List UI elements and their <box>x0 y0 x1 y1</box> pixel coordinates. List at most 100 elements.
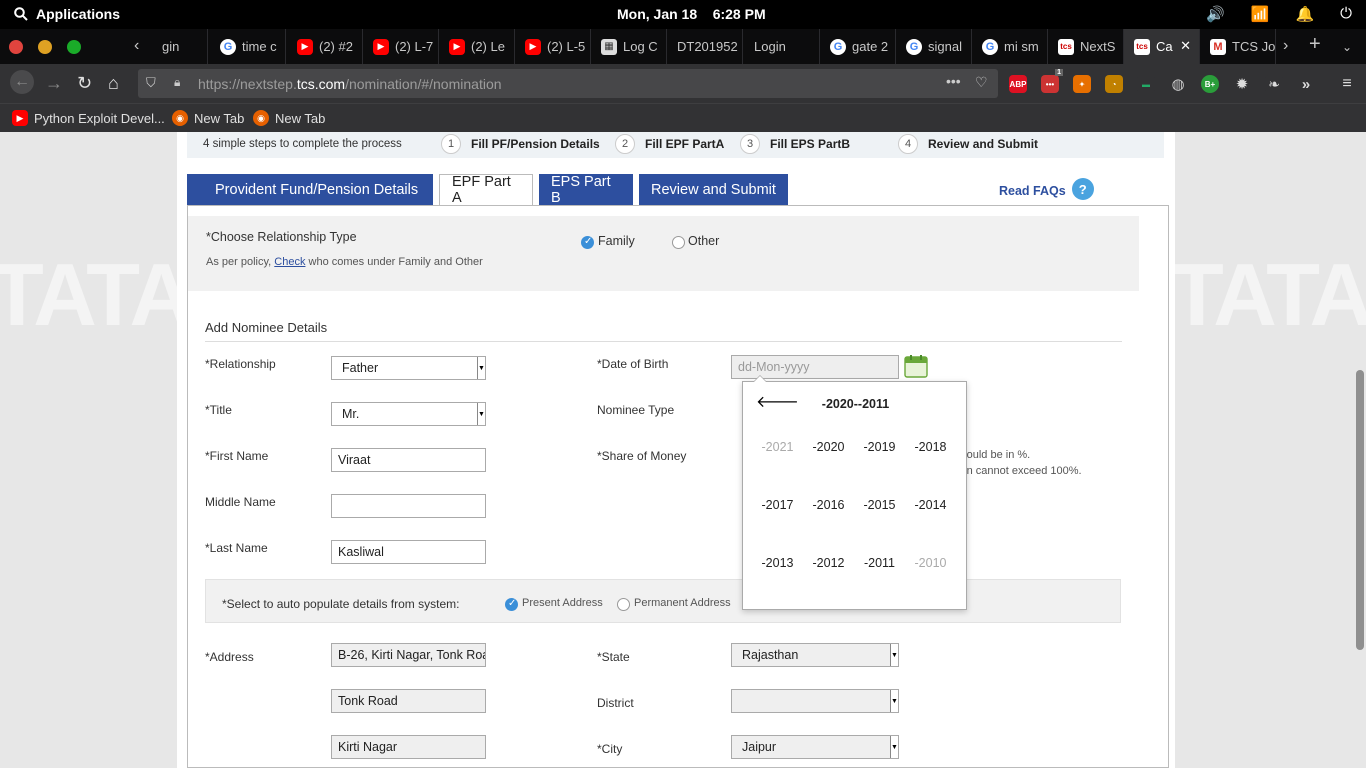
cookie-icon[interactable]: ◔ <box>1105 75 1123 93</box>
tab-review-submit[interactable]: Review and Submit <box>639 174 788 205</box>
state-select[interactable]: Rajasthan ▼ <box>731 643 899 667</box>
year-cell[interactable]: -2015 <box>854 498 905 514</box>
present-address-label: Present Address <box>522 597 603 609</box>
title-select[interactable]: Mr. ▼ <box>331 402 486 426</box>
page-scrollbar[interactable] <box>1356 370 1364 650</box>
relationship-select[interactable]: Father ▼ <box>331 356 486 380</box>
overflow-chevron-icon[interactable]: » <box>1297 75 1315 93</box>
google-icon: G <box>982 38 998 55</box>
other-radio[interactable] <box>672 236 685 249</box>
decade-title[interactable]: -2020--2011 <box>743 397 968 411</box>
close-window-button[interactable] <box>9 40 23 54</box>
applications-menu[interactable]: Applications <box>14 6 120 22</box>
extension-badge-icon[interactable]: ••• 1 <box>1041 69 1063 93</box>
url-text[interactable]: https://nextstep.tcs.com/nomination/#/no… <box>198 76 502 92</box>
year-cell[interactable]: -2011 <box>854 556 905 572</box>
other-label: Other <box>688 234 720 248</box>
browser-tab[interactable]: Gsignal <box>896 29 972 64</box>
year-cell[interactable]: -2018 <box>905 440 956 456</box>
tabs-scroll-left-icon[interactable]: ‹ <box>134 37 139 55</box>
address-line1-input[interactable]: B-26, Kirti Nagar, Tonk Road <box>331 643 486 667</box>
wifi-icon[interactable]: 📶 <box>1251 5 1270 23</box>
browser-tab[interactable]: ▶ (2) #2 <box>287 29 363 64</box>
year-cell[interactable]: -2019 <box>854 440 905 456</box>
browser-tab-label: gate 2 <box>852 39 889 54</box>
year-cell[interactable]: -2012 <box>803 556 854 572</box>
gear-icon[interactable]: ✹ <box>1233 75 1251 93</box>
adblock-plus-icon[interactable]: ABP <box>1009 75 1027 93</box>
globe-icon[interactable]: ◍ <box>1169 75 1187 93</box>
section-title: Add Nominee Details <box>205 320 328 335</box>
city-select[interactable]: Jaipur ▼ <box>731 735 899 759</box>
read-faqs-link[interactable]: Read FAQs? <box>999 178 1094 200</box>
browser-tab[interactable]: Gtime c <box>210 29 286 64</box>
bookmark-item[interactable]: ◉ New Tab <box>253 110 325 126</box>
shield-icon[interactable]: ⛉ <box>146 75 156 91</box>
browser-tab[interactable]: DT201952 <box>667 29 743 64</box>
pocket-icon[interactable]: ♡ <box>975 74 988 91</box>
bookmark-item[interactable]: ◉ New Tab <box>172 110 244 126</box>
extension-dark-icon[interactable]: ❧ <box>1265 75 1283 93</box>
year-cell[interactable]: -2014 <box>905 498 956 514</box>
family-radio[interactable] <box>581 236 594 249</box>
page-actions-icon[interactable]: ••• <box>946 73 961 89</box>
home-button[interactable]: ⌂ <box>108 73 119 94</box>
year-cell[interactable]: -2016 <box>803 498 854 514</box>
close-tab-icon[interactable]: ✕ <box>1180 38 1191 54</box>
tab-eps-part-b[interactable]: EPS Part B <box>539 174 633 206</box>
notification-bell-icon[interactable]: 🔔 <box>1295 5 1314 23</box>
system-tray[interactable]: 🔊 📶 🔔 ⏻ <box>1206 5 1352 23</box>
power-icon[interactable]: ⏻ <box>1340 5 1352 23</box>
volume-icon[interactable]: 🔊 <box>1206 5 1225 23</box>
browser-tab[interactable]: ▶ (2) L-7 <box>363 29 439 64</box>
browser-tab[interactable]: tcs Ca ✕ <box>1124 29 1200 64</box>
browser-tab-label: Login <box>754 39 786 54</box>
share-hint-2: tion cannot exceed 100%. <box>955 465 1082 477</box>
year-cell[interactable]: -2017 <box>752 498 803 514</box>
youtube-icon: ▶ <box>297 38 313 55</box>
last-name-input[interactable]: Kasliwal <box>331 540 486 564</box>
maximize-window-button[interactable] <box>67 40 81 54</box>
browser-tab[interactable]: ▶ (2) L-5 <box>515 29 591 64</box>
back-button[interactable]: ← <box>10 70 34 94</box>
middle-name-label: Middle Name <box>205 495 276 509</box>
tab-epf-part-a[interactable]: EPF Part A <box>439 174 533 206</box>
hamburger-menu-icon[interactable]: ≡ <box>1338 75 1356 93</box>
firefox-relay-icon[interactable]: ✦ <box>1073 75 1091 93</box>
year-cell[interactable]: -2020 <box>803 440 854 456</box>
permanent-address-radio[interactable] <box>617 598 630 611</box>
browser-tab[interactable]: M TCS Jo <box>1200 29 1276 64</box>
tab-provident-fund[interactable]: Provident Fund/Pension Details <box>187 174 433 205</box>
clock[interactable]: Mon, Jan 18 6:28 PM <box>617 6 766 22</box>
nominee-type-label: Nominee Type <box>597 403 675 417</box>
district-select[interactable]: ▼ <box>731 689 899 713</box>
browser-tab[interactable]: ▦ Log C <box>591 29 667 64</box>
browser-tab[interactable]: ▶ (2) Le <box>439 29 515 64</box>
address-bar[interactable]: ⛉ 🔒︎ https://nextstep.tcs.com/nomination… <box>138 69 998 98</box>
bookmark-item[interactable]: ▶ Python Exploit Devel... <box>12 110 165 126</box>
reload-button[interactable]: ↻ <box>77 73 92 94</box>
browser-tab[interactable]: tcs NextS <box>1048 29 1124 64</box>
extension-green-icon[interactable]: ▬ <box>1137 75 1155 93</box>
lock-icon[interactable]: 🔒︎ <box>174 75 180 90</box>
gmail-icon: M <box>1210 38 1226 55</box>
new-tab-plus-icon[interactable]: + <box>1309 33 1321 56</box>
present-address-radio[interactable] <box>505 598 518 611</box>
form-content: *Choose Relationship Type As per policy,… <box>187 205 1169 768</box>
year-cell[interactable]: -2013 <box>752 556 803 572</box>
tab-list-chevron-icon[interactable]: ⌄ <box>1342 40 1352 54</box>
minimize-window-button[interactable] <box>38 40 52 54</box>
forward-button[interactable]: → <box>45 73 63 94</box>
first-name-input[interactable]: Viraat <box>331 448 486 472</box>
calendar-icon[interactable] <box>904 354 928 378</box>
browser-tab[interactable]: gin <box>152 29 208 64</box>
address-line3-input[interactable]: Kirti Nagar <box>331 735 486 759</box>
check-policy-link[interactable]: Check <box>274 256 305 268</box>
bplus-icon[interactable]: B+ <box>1201 75 1219 93</box>
browser-tab[interactable]: Gmi sm <box>972 29 1048 64</box>
tabs-scroll-right-icon[interactable]: › <box>1283 37 1288 55</box>
middle-name-input[interactable] <box>331 494 486 518</box>
browser-tab[interactable]: Ggate 2 <box>820 29 896 64</box>
browser-tab[interactable]: Login <box>744 29 820 64</box>
address-line2-input[interactable]: Tonk Road <box>331 689 486 713</box>
